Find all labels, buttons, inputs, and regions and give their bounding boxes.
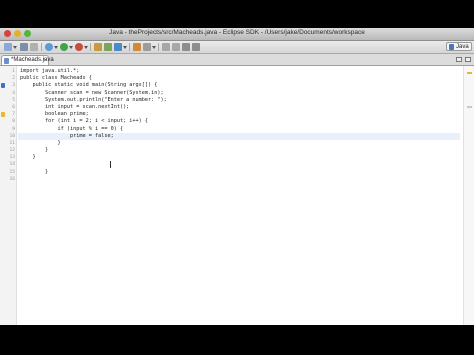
line-number: 5 xyxy=(12,97,15,103)
code-editor[interactable]: 1 import java.util.*; 2 public class Mache… xyxy=(0,66,474,325)
line-number: 14 xyxy=(9,162,15,168)
chevron-down-icon[interactable] xyxy=(69,46,73,49)
chevron-down-icon[interactable] xyxy=(54,46,58,49)
code-text: } xyxy=(20,154,36,161)
java-perspective-icon xyxy=(449,44,454,50)
warning-overview-mark[interactable] xyxy=(467,72,472,74)
code-area[interactable]: 1 import java.util.*; 2 public class Mache… xyxy=(1,68,460,183)
main-toolbar: Java xyxy=(0,41,474,54)
toolbar-separator xyxy=(90,43,91,51)
text-cursor xyxy=(110,161,111,168)
editor-tab-bar: *Macheads.java × xyxy=(0,54,474,66)
java-perspective-button[interactable]: Java xyxy=(446,42,472,51)
code-text: if (input % i == 0) { xyxy=(20,125,124,132)
overview-ruler[interactable] xyxy=(463,66,474,325)
next-annotation-icon[interactable] xyxy=(162,43,170,51)
new-class-icon[interactable] xyxy=(114,43,122,51)
code-text: int input = scan.nextInt(); xyxy=(20,103,130,110)
code-line: 14 xyxy=(9,161,460,168)
line-number: 10 xyxy=(9,133,15,139)
new-java-project-icon[interactable] xyxy=(94,43,102,51)
open-type-icon[interactable] xyxy=(133,43,141,51)
search-icon[interactable] xyxy=(143,43,151,51)
new-file-icon[interactable] xyxy=(4,43,12,51)
code-line: 15 } xyxy=(9,168,460,176)
line-number: 1 xyxy=(12,69,15,74)
current-code-line: 10 prime = false; xyxy=(9,132,460,140)
line-number: 15 xyxy=(9,169,15,175)
overview-mark[interactable] xyxy=(467,106,472,108)
code-line: 1 import java.util.*; xyxy=(12,68,460,75)
run-icon[interactable] xyxy=(60,43,68,51)
save-icon[interactable] xyxy=(20,43,28,51)
chevron-down-icon[interactable] xyxy=(13,46,17,49)
line-number: 6 xyxy=(12,104,15,110)
line-number: 4 xyxy=(12,90,15,96)
window-title: Java - theProjects/src/Macheads.java - E… xyxy=(109,29,365,36)
chevron-down-icon[interactable] xyxy=(123,46,127,49)
code-line: 4 Scanner scan = new Scanner(System.in); xyxy=(12,89,460,97)
back-icon[interactable] xyxy=(182,43,190,51)
line-number: 9 xyxy=(12,126,15,132)
code-text: System.out.println("Enter a number: "); xyxy=(20,96,167,103)
code-text: public static void main(String args[]) { xyxy=(20,82,158,89)
print-icon[interactable] xyxy=(30,43,38,51)
debug-icon[interactable] xyxy=(45,43,53,51)
toolbar-separator xyxy=(158,43,159,51)
chevron-down-icon[interactable] xyxy=(84,46,88,49)
new-package-icon[interactable] xyxy=(104,43,112,51)
line-number: 2 xyxy=(12,76,15,82)
java-file-icon xyxy=(4,58,9,64)
code-line: 5 System.out.println("Enter a number: ")… xyxy=(12,96,460,104)
code-text: boolean prime; xyxy=(20,111,89,118)
code-line: 8 for (int i = 2; i < input; i++) { xyxy=(12,118,460,125)
tab-macheads-java[interactable]: *Macheads.java × xyxy=(1,55,54,65)
chevron-down-icon[interactable] xyxy=(152,46,156,49)
code-line: 6 int input = scan.nextInt(); xyxy=(12,103,460,111)
perspective-label: Java xyxy=(456,44,469,50)
eclipse-window: Java - theProjects/src/Macheads.java - E… xyxy=(0,28,474,325)
maximize-editor-icon[interactable] xyxy=(465,57,471,62)
code-text: for (int i = 2; i < input; i++) { xyxy=(20,118,149,125)
code-line: 11 } xyxy=(9,139,460,147)
code-line: 3 public static void main(String args[])… xyxy=(1,82,460,89)
code-text: } xyxy=(20,147,49,154)
minimize-editor-icon[interactable] xyxy=(456,57,462,62)
code-text: } xyxy=(20,168,49,175)
code-text: Scanner scan = new Scanner(System.in); xyxy=(20,89,164,96)
code-line: 16 xyxy=(9,176,460,183)
forward-icon[interactable] xyxy=(192,43,200,51)
line-number: 3 xyxy=(12,83,15,89)
line-number: 16 xyxy=(9,176,15,182)
code-line: 12 } xyxy=(9,147,460,154)
line-number: 12 xyxy=(9,148,15,154)
toolbar-separator xyxy=(41,43,42,51)
close-tab-icon[interactable]: × xyxy=(42,56,46,65)
title-bar: Java - theProjects/src/Macheads.java - E… xyxy=(0,28,474,41)
external-tools-icon[interactable] xyxy=(75,43,83,51)
line-number: 13 xyxy=(9,155,15,161)
code-line: 2 public class Macheads { xyxy=(12,75,460,82)
previous-annotation-icon[interactable] xyxy=(172,43,180,51)
tab-label: *Macheads.java xyxy=(11,57,54,63)
code-text: } xyxy=(20,139,61,146)
line-number: 11 xyxy=(9,140,15,146)
code-text: prime = false; xyxy=(20,132,114,139)
code-line: 7 boolean prime; xyxy=(1,111,460,118)
line-number: 8 xyxy=(12,119,15,125)
line-number: 7 xyxy=(12,112,15,118)
toolbar-separator xyxy=(129,43,130,51)
code-line: 9 if (input % i == 0) { xyxy=(12,125,460,133)
code-text: import java.util.*; xyxy=(20,68,80,74)
code-line: 13 } xyxy=(9,154,460,161)
code-text: public class Macheads { xyxy=(20,75,92,82)
